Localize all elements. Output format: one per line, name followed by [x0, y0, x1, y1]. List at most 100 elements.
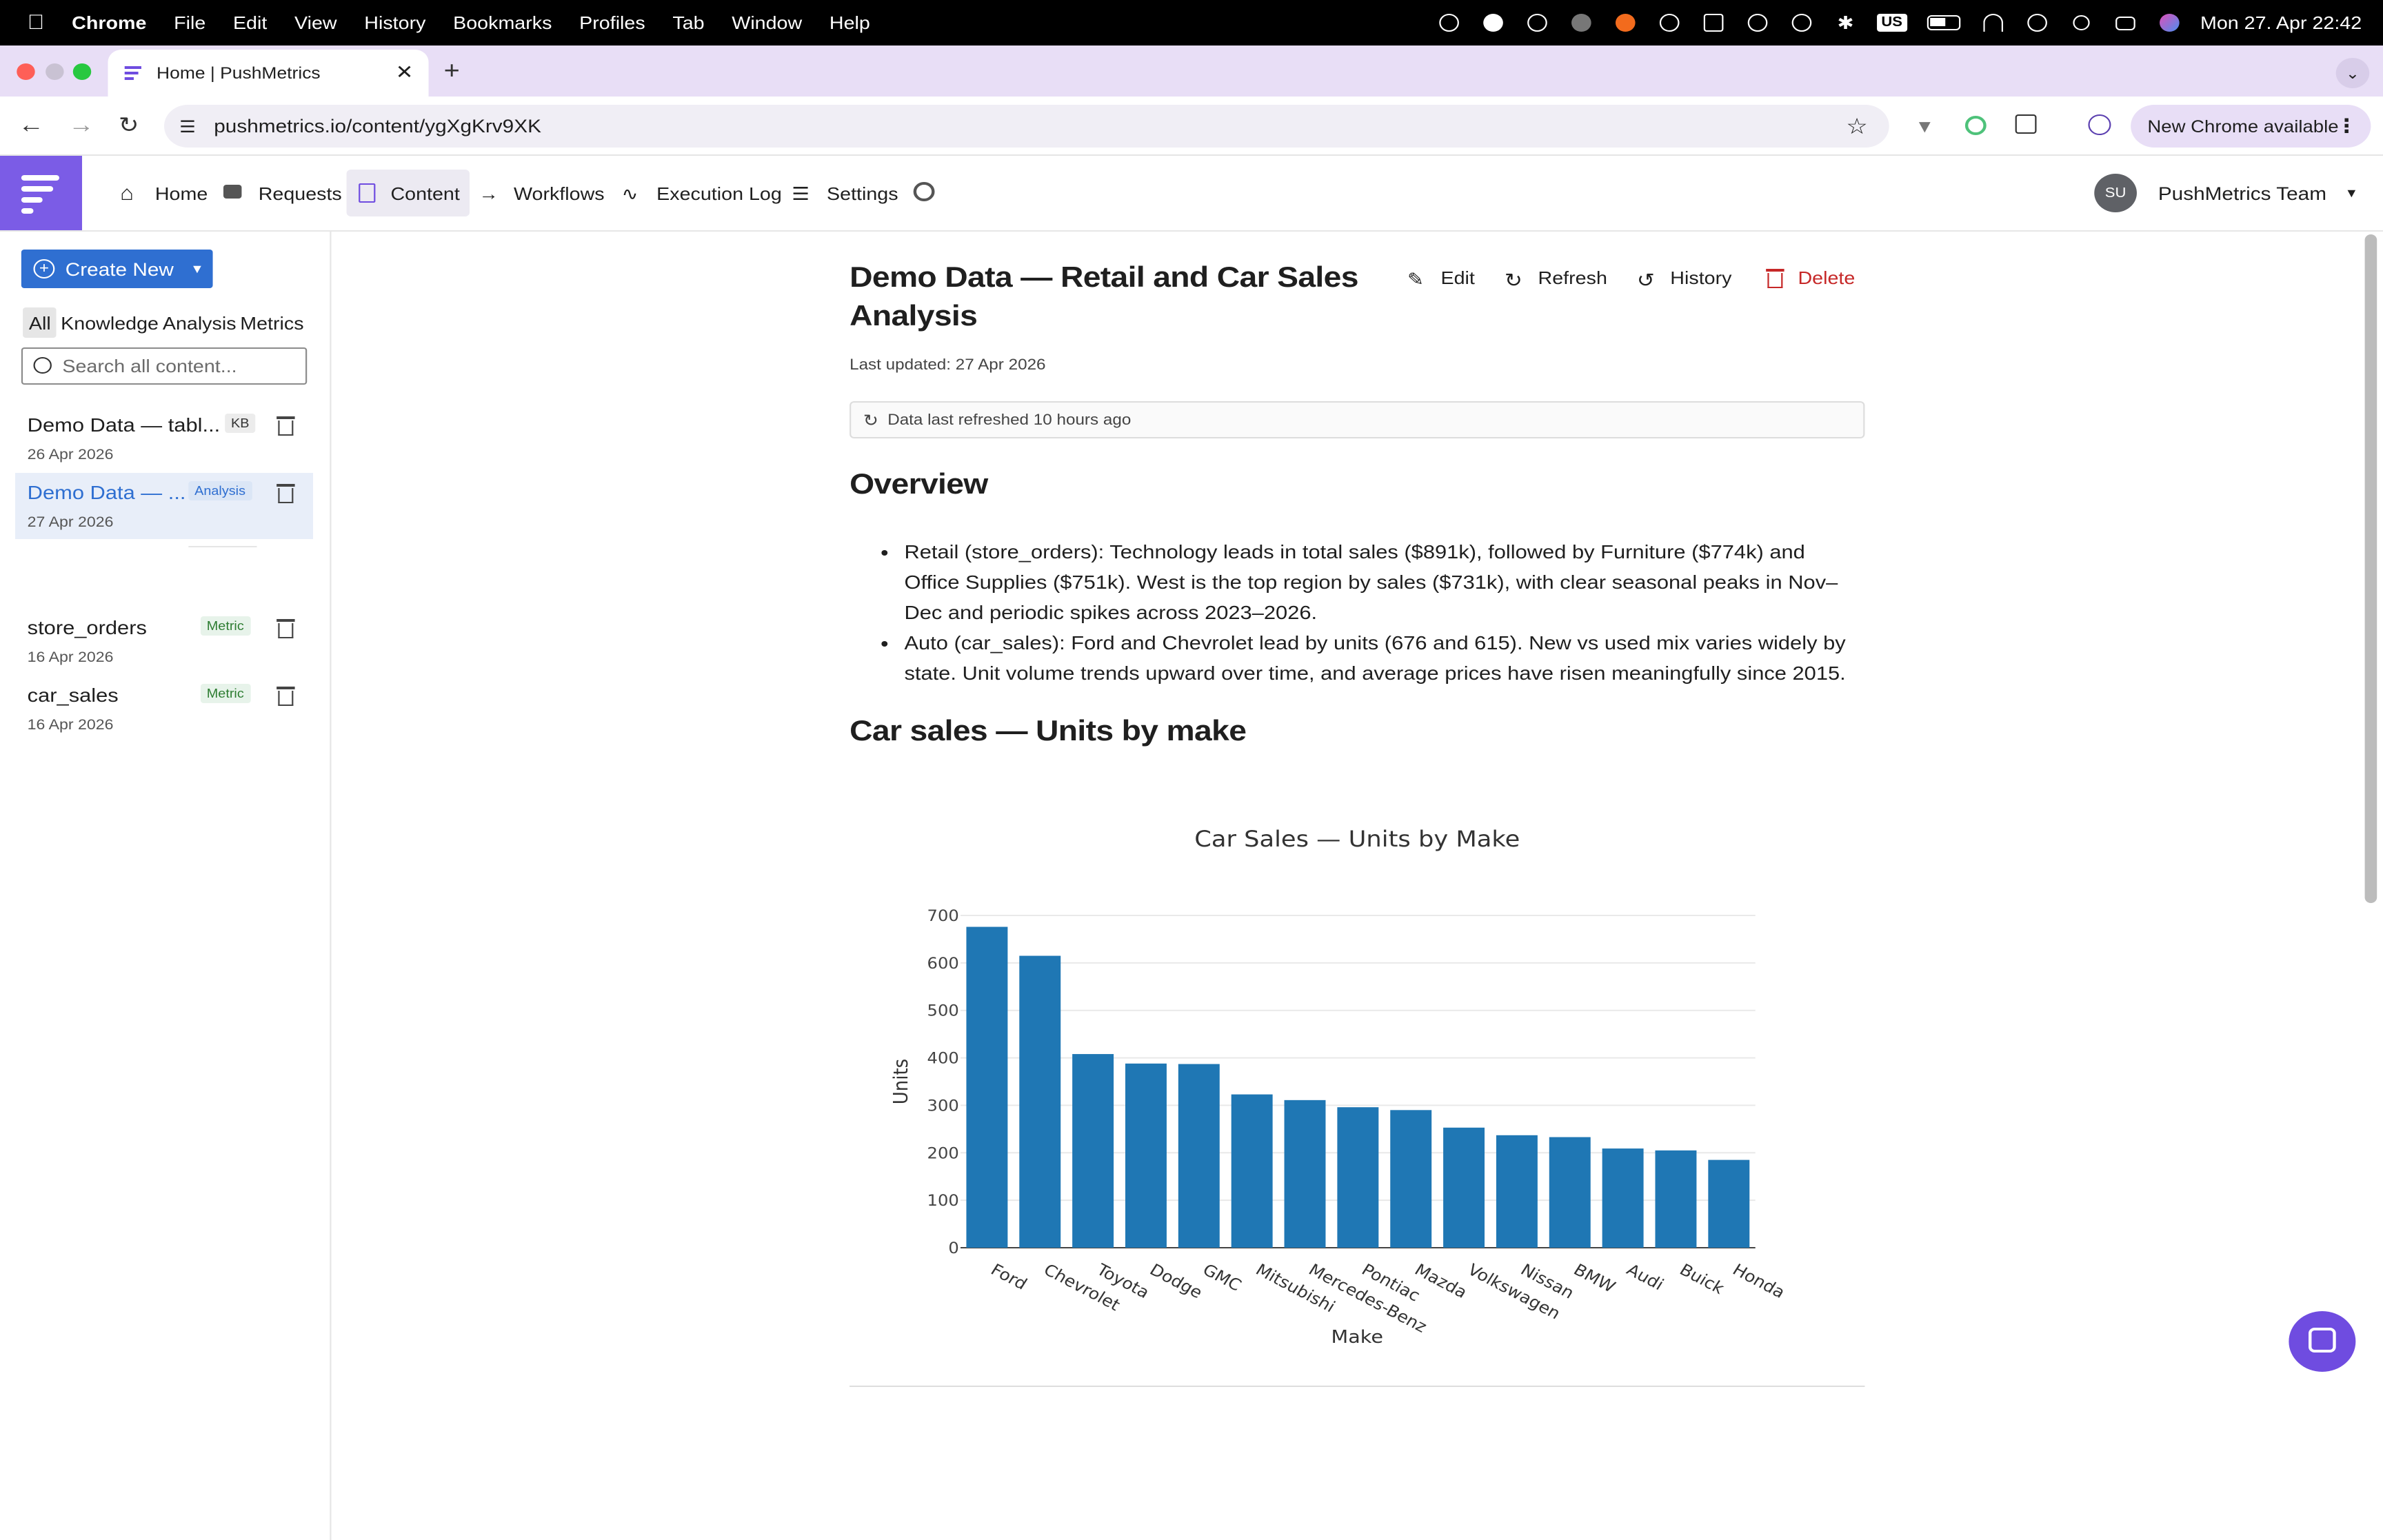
bar [1443, 1127, 1485, 1248]
sliders-icon: ☰ [792, 183, 810, 203]
url-text[interactable]: pushmetrics.io/content/ygXgKrv9XK [214, 116, 541, 136]
bar [1655, 1150, 1697, 1248]
site-info-icon[interactable]: ☰ [179, 116, 196, 136]
user-account-icon[interactable] [2024, 11, 2049, 34]
pushmetrics-logo[interactable] [0, 156, 83, 230]
nav-home[interactable]: ⌂ Home [111, 170, 217, 216]
filter-tab-analysis[interactable]: Analysis [157, 307, 242, 338]
control-center-icon[interactable] [2112, 11, 2138, 34]
new-tab-button[interactable]: + [444, 57, 460, 85]
filter-tab-metrics[interactable]: Metrics [234, 307, 310, 338]
siri-icon[interactable] [2156, 11, 2182, 34]
overview-bullets: Retail (store_orders): Technology leads … [883, 536, 1865, 688]
nav-settings[interactable]: ☰ Settings [783, 170, 907, 216]
user-menu[interactable]: SU PushMetrics Team ▼ [2094, 174, 2358, 212]
filter-tab-all[interactable]: All [23, 307, 57, 338]
delete-button[interactable]: Delete [1764, 267, 1855, 288]
nav-settings-label: Settings [827, 183, 898, 203]
menu-profiles[interactable]: Profiles [570, 12, 663, 33]
x-tick-label: BMW [1570, 1260, 1618, 1296]
status-app-icon[interactable] [1524, 11, 1549, 34]
bookmark-star-icon[interactable]: ☆ [1846, 112, 1868, 140]
search-icon[interactable] [913, 182, 935, 201]
browser-tab[interactable]: Home | PushMetrics ✕ [108, 50, 429, 97]
tab-close-icon[interactable]: ✕ [396, 61, 414, 84]
address-bar[interactable]: ☰ pushmetrics.io/content/ygXgKrv9XK ☆ [164, 105, 1889, 148]
play-icon[interactable] [1744, 11, 1770, 34]
status-app-icon[interactable] [1480, 11, 1505, 34]
time-machine-icon[interactable] [1789, 11, 1814, 34]
clock[interactable]: Mon 27. Apr 22:42 [2200, 12, 2362, 33]
bar [1602, 1148, 1644, 1248]
chat-icon [2309, 1328, 2336, 1352]
menu-edit[interactable]: Edit [224, 12, 285, 33]
window-minimize-button[interactable] [46, 63, 64, 80]
create-new-button[interactable]: + Create New ▼ [21, 250, 213, 288]
search-icon [33, 357, 52, 374]
refresh-button[interactable]: ↻ Refresh [1505, 267, 1607, 290]
apple-icon[interactable]:  [0, 11, 72, 34]
last-updated: Last updated: 27 Apr 2026 [849, 357, 1046, 374]
trash-icon[interactable] [276, 416, 295, 436]
bar [1178, 1064, 1220, 1248]
chevron-down-icon: ▼ [190, 262, 204, 276]
history-button[interactable]: ↺ History [1637, 267, 1732, 290]
chat-widget-button[interactable] [2289, 1311, 2356, 1372]
extension-icon[interactable]: ▼ [1915, 116, 1934, 136]
extension-icon[interactable] [1964, 116, 1987, 135]
reload-icon[interactable]: ↻ [119, 112, 139, 139]
edit-button[interactable]: ✎ Edit [1407, 267, 1475, 289]
status-app-icon[interactable] [1700, 11, 1726, 34]
nav-workflows[interactable]: → Workflows [470, 170, 614, 216]
refresh-icon: ↻ [1505, 268, 1522, 290]
menu-help[interactable]: Help [821, 12, 889, 33]
item-badge: Metric [200, 616, 250, 636]
status-app-icon[interactable] [1612, 11, 1638, 34]
overview-bullet: Auto (car_sales): Ford and Chevrolet lea… [904, 627, 1864, 688]
bluetooth-icon[interactable]: ✱ [1833, 11, 1858, 34]
tab-search-button[interactable]: ⌄ [2335, 58, 2370, 88]
refresh-icon: ↻ [863, 410, 879, 429]
search-input[interactable]: Search all content... [21, 347, 308, 385]
list-item[interactable]: Demo Data — ... 27 Apr 2026 Analysis [15, 473, 314, 539]
list-item[interactable]: store_orders 16 Apr 2026 Metric [15, 608, 313, 674]
status-app-icon[interactable] [1568, 11, 1593, 34]
menu-view[interactable]: View [285, 12, 355, 33]
kebab-menu-icon[interactable]: ⋮ [2336, 114, 2357, 138]
pencil-icon: ✎ [1407, 268, 1425, 289]
window-close-button[interactable] [17, 63, 35, 80]
avatar: SU [2094, 174, 2137, 212]
chat-bubbles-icon [223, 183, 246, 203]
menu-app-name[interactable]: Chrome [72, 12, 165, 33]
list-item[interactable]: Demo Data — tabl... 26 Apr 2026 KB [15, 405, 313, 472]
new-chrome-available-button[interactable]: New Chrome available ⋮ [2131, 105, 2371, 148]
bar [1390, 1110, 1432, 1248]
menu-history[interactable]: History [355, 12, 444, 33]
profile-icon[interactable] [2088, 114, 2111, 135]
spotlight-search-icon[interactable] [2068, 11, 2093, 34]
wifi-icon[interactable] [1980, 11, 2005, 34]
filter-tab-knowledge[interactable]: Knowledge [54, 307, 164, 338]
menu-window[interactable]: Window [723, 12, 821, 33]
menu-bookmarks[interactable]: Bookmarks [444, 12, 570, 33]
trash-icon[interactable] [276, 484, 295, 503]
battery-icon[interactable] [1925, 11, 1962, 34]
menu-tab[interactable]: Tab [663, 12, 723, 33]
trash-icon[interactable] [276, 619, 295, 638]
list-item[interactable]: car_sales 16 Apr 2026 Metric [15, 676, 313, 742]
back-arrow-icon[interactable]: ← [18, 112, 43, 139]
scrollbar[interactable] [2364, 234, 2377, 903]
status-app-icon[interactable] [1436, 11, 1462, 34]
window-zoom-button[interactable] [72, 63, 92, 80]
home-icon: ⌂ [120, 181, 134, 205]
forward-arrow-icon[interactable]: → [68, 112, 94, 139]
menu-file[interactable]: File [165, 12, 224, 33]
nav-content[interactable]: Content [346, 170, 470, 216]
input-source-indicator[interactable]: US [1876, 14, 1907, 32]
page-title: Demo Data — Retail and Car Sales Analysi… [849, 262, 1358, 332]
nav-execution-log[interactable]: ∿ Execution Log [612, 170, 791, 216]
trash-icon[interactable] [276, 687, 295, 706]
status-app-icon[interactable] [1656, 11, 1682, 34]
nav-requests[interactable]: Requests [214, 170, 351, 216]
extensions-puzzle-icon[interactable] [2015, 114, 2037, 134]
